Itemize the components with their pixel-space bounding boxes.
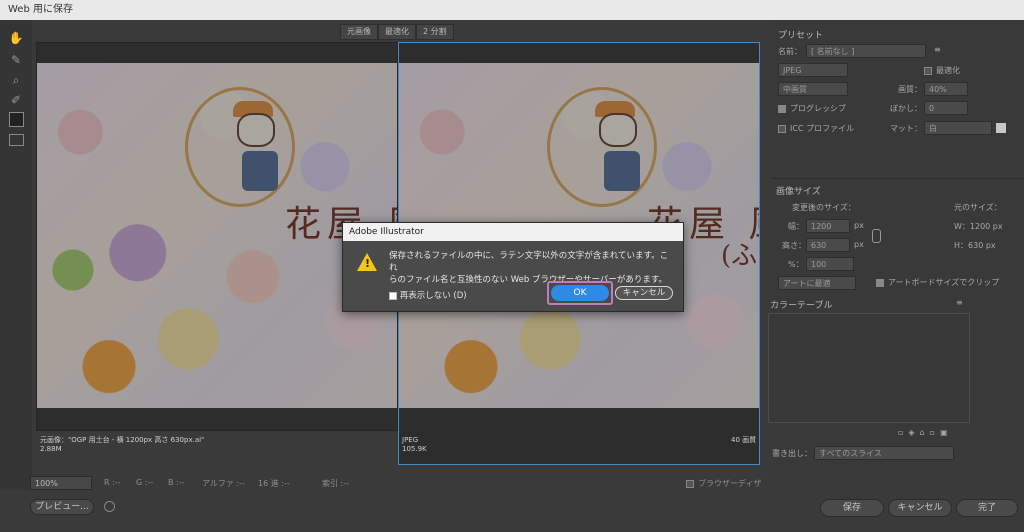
hand-tool-icon[interactable]: ✋ [8, 30, 24, 46]
optimized-quality: 40 画質 [731, 436, 757, 444]
clip-label: アートボードサイズでクリップ [888, 278, 1000, 287]
view-tabs: 元画像 最適化 2 分割 [340, 24, 454, 40]
original-caption-size: 2.88M [40, 445, 62, 453]
deity-face [599, 113, 637, 147]
format-select[interactable]: JPEG [778, 63, 848, 77]
export-label: 書き出し： [772, 449, 812, 458]
dont-show-again[interactable]: 再表示しない (D) [389, 289, 467, 301]
window-title: Web 用に保存 [0, 0, 1024, 20]
optimize-checkbox[interactable] [924, 66, 932, 76]
color-table-tools[interactable]: ▫◈⌂▫▣ [898, 428, 953, 437]
readout-g: G :-- [136, 478, 154, 487]
warning-dialog: Adobe Illustrator ! 保存されるファイルの中に、ラテン文字以外… [342, 222, 684, 312]
eyedropper-tool-icon[interactable]: ✐ [8, 92, 24, 108]
zoom-select[interactable]: 100% [30, 476, 92, 490]
globe-icon[interactable] [104, 501, 115, 512]
clip-checkbox[interactable] [876, 278, 884, 288]
original-height: H：630 px [954, 241, 996, 250]
readout-alpha: アルファ :-- [202, 479, 245, 488]
width-unit: px [854, 221, 864, 230]
percent-input[interactable]: 100 [806, 257, 854, 271]
optimized-size: 105.9K [402, 445, 427, 453]
matte-color-swatch[interactable] [996, 123, 1006, 133]
preset-name-label: 名前： [778, 47, 802, 56]
quality-label: 画質： [898, 85, 922, 94]
quality-level-select[interactable]: 中画質 [778, 82, 848, 96]
original-width: W：1200 px [954, 222, 1003, 231]
browser-dither-checkbox[interactable] [686, 479, 694, 489]
deity-robe [604, 151, 640, 191]
width-input[interactable]: 1200 [806, 219, 850, 233]
width-label: 幅： [788, 222, 804, 231]
readout-b: B :-- [168, 478, 185, 487]
height-label: 高さ： [782, 241, 806, 250]
original-caption-name: 元画像："OGP 用土台 - 横 1200px 高さ 630px.ai" [40, 436, 205, 444]
color-table-menu-icon[interactable]: ≡ [956, 298, 963, 307]
new-size-label: 変更後のサイズ： [792, 203, 856, 212]
matte-label: マット： [890, 124, 922, 133]
ok-button[interactable]: OK [551, 285, 609, 301]
tab-optimized[interactable]: 最適化 [378, 24, 416, 40]
readout-r: R :-- [104, 478, 121, 487]
original-size-label: 元のサイズ： [954, 203, 1002, 212]
icc-label: ICC プロファイル [790, 124, 855, 133]
preset-menu-icon[interactable]: ≡ [934, 45, 941, 54]
browser-dither-label: ブラウザーディザ [698, 479, 762, 488]
preview-button[interactable]: プレビュー... [30, 499, 94, 515]
link-icon[interactable] [872, 229, 881, 243]
done-button[interactable]: 完了 [956, 499, 1018, 517]
optimized-format: JPEG [402, 436, 419, 444]
save-button[interactable]: 保存 [820, 499, 884, 517]
deity-robe [242, 151, 278, 191]
percent-label: %： [788, 260, 804, 269]
tab-original[interactable]: 元画像 [340, 24, 378, 40]
dialog-title: Adobe Illustrator [343, 223, 683, 241]
image-size-section-title: 画像サイズ [776, 187, 821, 197]
dialog-cancel-button[interactable]: キャンセル [615, 286, 673, 300]
progressive-checkbox[interactable] [778, 104, 786, 114]
dialog-message-line2: らのファイル名と互換性のない Web ブラウザーやサーバーがあります。 [389, 275, 668, 285]
blur-input[interactable]: 0 [924, 101, 968, 115]
tab-2up[interactable]: 2 分割 [416, 24, 454, 40]
dont-show-label: 再表示しない (D) [399, 291, 467, 301]
preset-section-title: プリセット [778, 31, 824, 41]
toggle-slices-icon[interactable] [9, 134, 24, 146]
section-divider [772, 178, 1024, 179]
tool-column [0, 20, 32, 490]
height-input[interactable]: 630 [806, 238, 850, 252]
quality-input[interactable]: 40% [924, 82, 968, 96]
warning-icon-mark: ! [365, 257, 371, 270]
cancel-button[interactable]: キャンセル [888, 499, 952, 517]
dialog-message-line1: 保存されるファイルの中に、ラテン文字以外の文字が含まれています。これ [389, 251, 669, 273]
dont-show-checkbox[interactable] [389, 291, 397, 300]
deity-face [237, 113, 275, 147]
color-table-section-title: カラーテーブル [770, 301, 833, 311]
preset-name-select[interactable]: [ 名前なし ] [806, 44, 926, 58]
blur-label: ぼかし： [890, 104, 922, 113]
zoom-tool-icon[interactable]: ⌕ [8, 72, 24, 88]
fit-select[interactable]: アートに最適 [778, 276, 856, 290]
readout-hex: 16 進 :-- [258, 479, 290, 488]
eyedropper-color-swatch[interactable] [9, 112, 24, 127]
height-unit: px [854, 240, 864, 249]
progressive-label: プログレッシブ [790, 104, 846, 113]
icc-checkbox[interactable] [778, 124, 786, 134]
matte-select[interactable]: 白 [924, 121, 992, 135]
readout-index: 索引 :-- [322, 479, 350, 488]
artwork-subtitle: (ふ [721, 241, 758, 271]
color-table[interactable] [768, 313, 970, 423]
export-select[interactable]: すべてのスライス [814, 446, 954, 460]
optimize-label: 最適化 [936, 66, 960, 75]
slice-select-tool-icon[interactable]: ✎ [8, 52, 24, 68]
dialog-message: 保存されるファイルの中に、ラテン文字以外の文字が含まれています。これ らのファイ… [389, 250, 675, 286]
